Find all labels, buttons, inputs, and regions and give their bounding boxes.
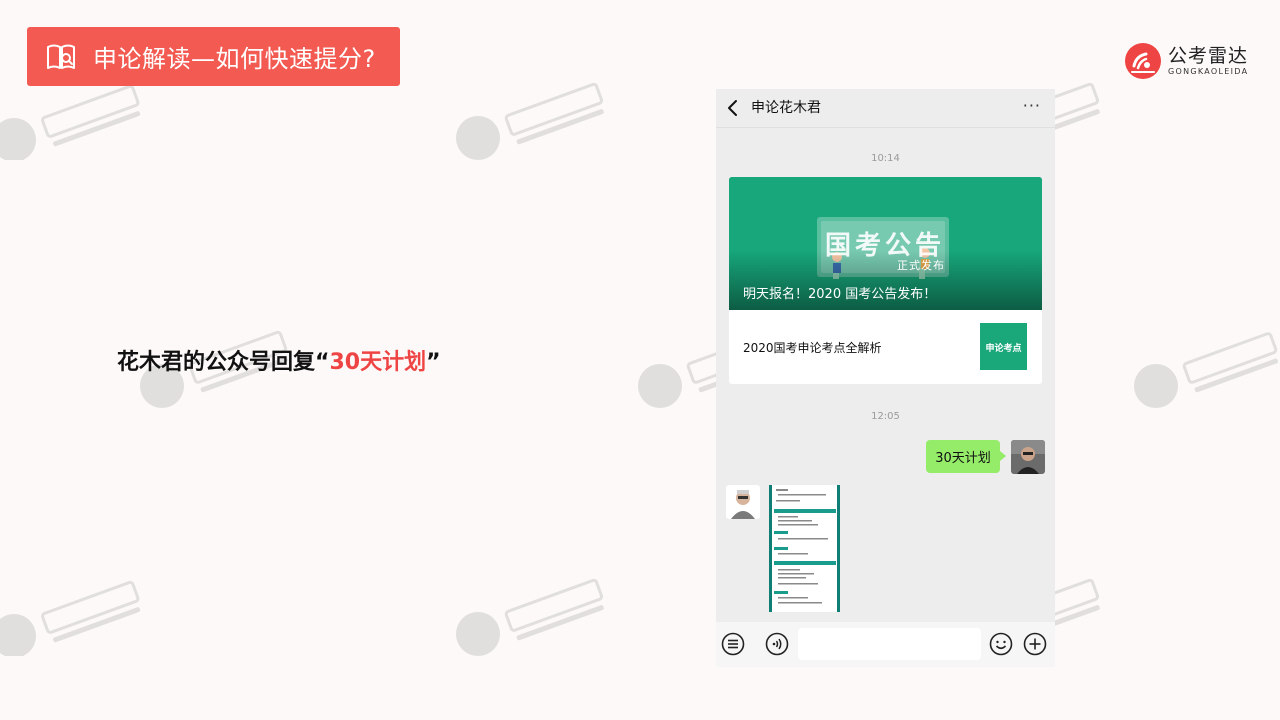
- avatar[interactable]: [1011, 440, 1045, 474]
- article-card[interactable]: 国考公告 正式发布 明天报名！2020 国考公告发布！ 2020国考申论考点全解…: [729, 177, 1042, 384]
- avatar[interactable]: [726, 485, 760, 519]
- chat-input-bar: [716, 622, 1055, 667]
- article-sub-title: 2020国考申论考点全解析: [743, 341, 882, 355]
- sent-message-bubble[interactable]: 30天计划: [926, 440, 1006, 473]
- menu-list-icon[interactable]: [721, 632, 745, 656]
- radar-logo-icon: [1125, 43, 1161, 79]
- article-title: 明天报名！2020 国考公告发布！: [743, 287, 937, 302]
- caption-prefix: 花木君的公众号回复: [117, 350, 316, 375]
- received-document-image[interactable]: [769, 485, 840, 612]
- emoji-icon[interactable]: [989, 632, 1013, 656]
- book-search-icon: [47, 44, 75, 69]
- cover-banner-subtext: 正式发布: [897, 259, 945, 272]
- thumbnail-text: 申论考点: [985, 344, 1022, 354]
- message-input[interactable]: [798, 628, 981, 660]
- sent-message-text: 30天计划: [935, 451, 991, 466]
- chat-nav-bar: 申论花木君 ···: [716, 89, 1055, 128]
- brand-name-en: GONGKAOLEIDA: [1168, 66, 1249, 76]
- caption-keyword: 30天计划: [329, 350, 427, 375]
- article-thumbnail: 申论考点: [980, 323, 1027, 370]
- timestamp: 10:14: [871, 153, 900, 164]
- brand-logo: 公考雷达 GONGKAOLEIDA: [1124, 42, 1248, 80]
- brand-name: 公考雷达: [1168, 44, 1249, 67]
- more-button[interactable]: ···: [1023, 96, 1041, 115]
- watermark: [0, 566, 164, 656]
- chevron-left-icon[interactable]: [726, 98, 740, 118]
- study-plan-document: [774, 489, 836, 604]
- close-quote: ”: [426, 350, 441, 375]
- instruction-caption: 花木君的公众号回复“30天计划”: [117, 344, 441, 376]
- watermark: [1130, 318, 1280, 408]
- title-banner: 申论解读—如何快速提分?: [27, 27, 400, 86]
- watermark: [452, 70, 622, 160]
- phone-chat-screenshot: 申论花木君 ··· 10:14 国考公告 正式发布 明天报名！2020 国考公告…: [716, 89, 1055, 667]
- plus-circle-icon[interactable]: [1023, 632, 1047, 656]
- watermark: [452, 566, 622, 656]
- page-title: 申论解读—如何快速提分?: [93, 45, 376, 73]
- chat-title: 申论花木君: [751, 100, 821, 116]
- open-quote: “: [315, 350, 330, 375]
- article-cover: 国考公告 正式发布 明天报名！2020 国考公告发布！: [729, 177, 1042, 310]
- voice-icon[interactable]: [765, 632, 789, 656]
- timestamp: 12:05: [871, 411, 900, 422]
